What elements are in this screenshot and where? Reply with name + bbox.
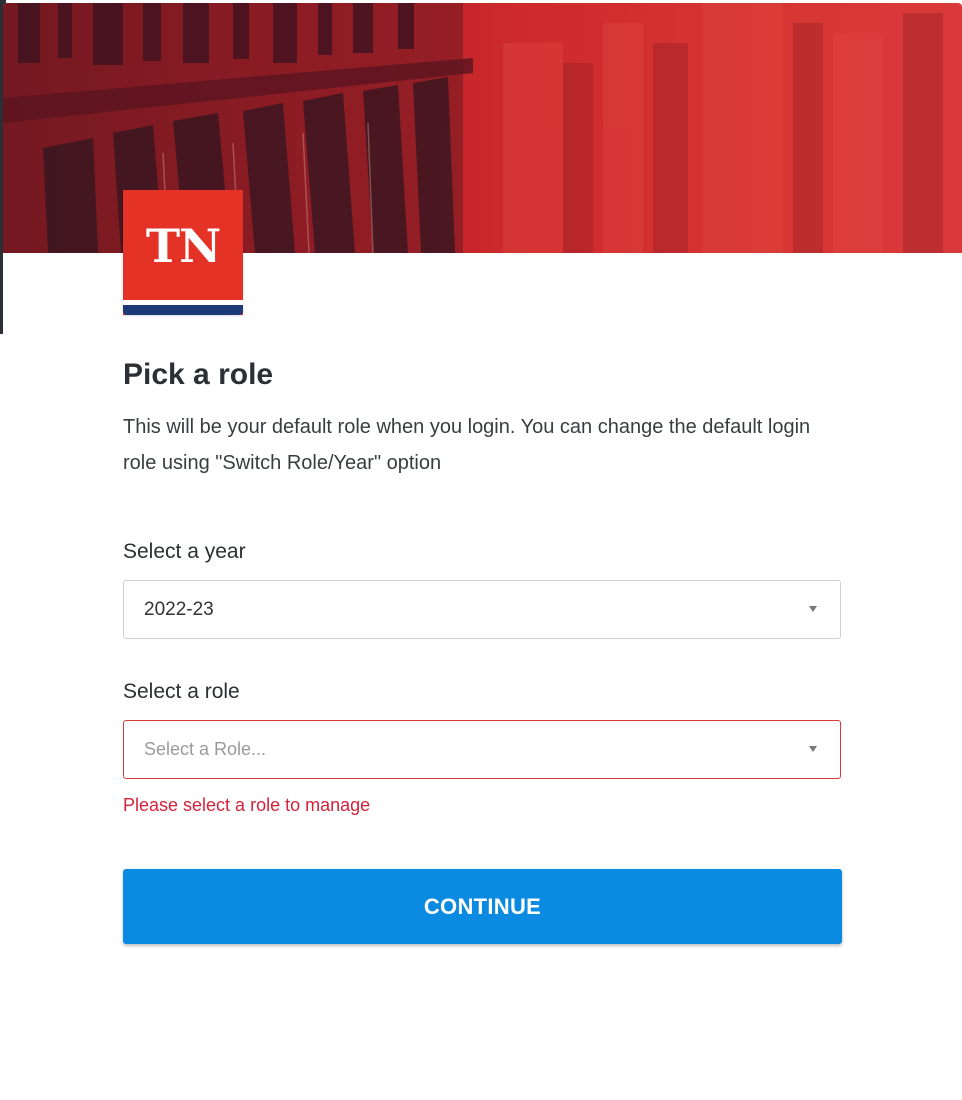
role-error-message: Please select a role to manage <box>123 795 371 815</box>
caret-down-icon <box>809 746 817 752</box>
logo-text: TN <box>145 219 221 273</box>
year-select[interactable]: 2022-23 <box>123 580 841 639</box>
tn-logo: TN <box>123 190 243 315</box>
continue-button[interactable]: CONTINUE <box>123 869 842 944</box>
year-field-label: Select a year <box>123 540 246 563</box>
role-select[interactable]: Select a Role... <box>123 720 841 779</box>
year-select-value: 2022-23 <box>144 599 214 620</box>
role-select-placeholder: Select a Role... <box>144 739 267 759</box>
dialog-title: Pick a role <box>123 358 274 391</box>
role-picker-dialog: TN Pick a role This will be your default… <box>3 3 962 1100</box>
role-field-label: Select a role <box>123 680 240 703</box>
dialog-description: This will be your default role when you … <box>123 416 811 474</box>
logo-stripe <box>123 305 243 315</box>
caret-down-icon <box>809 606 817 612</box>
